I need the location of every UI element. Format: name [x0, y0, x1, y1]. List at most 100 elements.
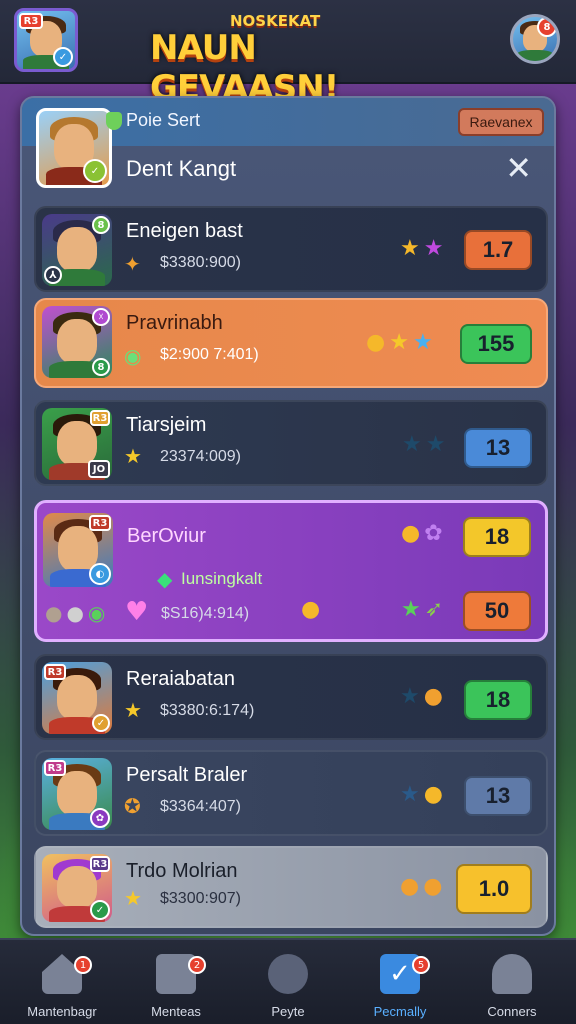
row-icon-group: ◉: [124, 346, 141, 366]
release-button[interactable]: Raevanex: [458, 108, 544, 136]
nav-label: Peyte: [271, 1004, 305, 1019]
nav-badge: 2: [188, 956, 206, 974]
row-icon-group: ✪: [124, 796, 141, 816]
leaderboard-row-highlighted[interactable]: R3 ◐ BerOviur ◆ Iunsingkalt ● ● ◉ ♥ $S16)4…: [34, 500, 548, 642]
row-avatar: R3 ✓: [42, 854, 112, 922]
row-badge-bottom: ✓: [92, 714, 110, 732]
row-icon-group: ★: [124, 888, 142, 908]
row-icon-group: ★ ★: [400, 238, 443, 260]
nav-badge: 5: [412, 956, 430, 974]
star-icon: ★: [400, 236, 420, 261]
score-badge: 13: [464, 428, 532, 468]
orb-icon: ●: [66, 601, 84, 625]
star-icon: ★: [402, 432, 422, 457]
star-icon: ★: [425, 432, 446, 457]
row-badge-bottom: ◐: [89, 563, 111, 585]
sub-label: Iunsingkalt: [181, 569, 263, 588]
orb-icon: ●: [45, 601, 63, 625]
game-logo: NOSKEKAT NAUN GEVAASN!: [150, 10, 426, 108]
star-icon: ★: [124, 444, 142, 468]
player-name: Persalt Braler: [126, 764, 248, 786]
panel-avatar: ✓: [36, 108, 112, 188]
row-badge-bottom: ⅄: [44, 266, 62, 284]
row-badge-top: ☓: [92, 308, 110, 326]
player-name: BerOviur: [127, 525, 206, 547]
coin-icon: ●: [366, 330, 386, 355]
player-value: 23374:009): [160, 448, 241, 465]
clover-icon: [268, 954, 308, 994]
coin-icon: ●: [401, 521, 421, 546]
player-avatar-button[interactable]: R3 ✓: [14, 8, 78, 72]
player-value: $3364:407): [160, 798, 241, 815]
leaderboard-panel: ✓ Poie Sert Raevanex Dent Kangt ✕ 8 ⅄ En…: [20, 96, 556, 936]
friend-avatar-button[interactable]: 8: [510, 14, 560, 64]
row-icon-group: ● ★ ★: [366, 332, 433, 354]
avatar-face: [57, 226, 97, 272]
row-badge-bottom: ✿: [90, 808, 110, 828]
player-name: Tiarsjeim: [126, 414, 207, 436]
avatar-face: [57, 318, 97, 364]
leaderboard-row[interactable]: R3 ✓ Reraiabatan ★ $3380:6:174) ★ ● 18: [34, 654, 548, 740]
leaderboard-row[interactable]: ☓ 8 Pravrinabh ◉ $2:900 7:401) ● ★ ★ 155: [34, 298, 548, 388]
nav-item-messages[interactable]: 2 Menteas: [126, 950, 226, 1022]
row-badge-bottom: 8: [92, 358, 110, 376]
row-icon-group: ✦: [124, 254, 141, 274]
clover-icon: ✿: [424, 521, 443, 546]
leaderboard-row[interactable]: R3 ✓ Trdo Molrian ★ $3300:907) ● ● 1.0: [34, 846, 548, 928]
score-badge: 13: [464, 776, 532, 816]
row-badge-top: R3: [44, 664, 66, 680]
row-avatar: 8 ⅄: [42, 214, 112, 286]
nav-label: Conners: [487, 1004, 537, 1019]
row-badge-top: R3: [89, 515, 111, 531]
fire-icon: ✦: [124, 252, 141, 276]
leaderboard-row[interactable]: R3 ✿ Persalt Braler ✪ $3364:407) ★ ● 13: [34, 750, 548, 836]
heart-icon: ♥: [125, 597, 149, 627]
gem-icon: ◉: [124, 344, 142, 368]
row-icon-group: ● ●: [400, 876, 442, 898]
star-icon: ★: [124, 886, 142, 910]
nav-item-home[interactable]: 1 Mantenbagr: [12, 950, 112, 1022]
close-icon[interactable]: ✕: [505, 152, 532, 184]
nav-label: Menteas: [151, 1004, 201, 1019]
row-avatar: R3 JO: [42, 408, 112, 480]
score-badge-secondary: 50: [463, 591, 531, 631]
row-badge-top: R3: [90, 410, 110, 426]
player-value: $3380:6:174): [160, 702, 255, 719]
check-badge-icon: ✓: [83, 159, 107, 183]
row-icon-group: ● ✿: [401, 523, 443, 545]
row-badge-bottom: ✓: [90, 900, 110, 920]
avatar-face: [57, 866, 97, 909]
player-value: $3380:900): [160, 254, 241, 271]
star-icon: ★: [124, 698, 142, 722]
row-badge-bottom: JO: [88, 460, 110, 478]
avatar-shirt: [517, 50, 553, 61]
row-icon-group: ★: [124, 700, 142, 720]
row-badge-top: 8: [92, 216, 110, 234]
avatar-face: [57, 674, 97, 720]
coin-icon: ●: [301, 597, 321, 622]
panel-subtitle: Poie Sert: [126, 110, 201, 130]
nav-item-community[interactable]: ✓ 5 Pecmally: [350, 950, 450, 1022]
leaderboard-row[interactable]: R3 JO Tiarsjeim ★ 23374:009) ★ ★ 13: [34, 400, 548, 486]
star-icon: ★: [412, 330, 433, 355]
row-icon-group: ● ● ◉: [45, 603, 105, 623]
leaderboard-row[interactable]: 8 ⅄ Eneigen bast ✦ $3380:900) ★ ★ 1.7: [34, 206, 548, 292]
row-icon-group: ♥: [125, 599, 148, 625]
row-icon-group: ★ ★: [402, 434, 445, 456]
avatar-face: [57, 770, 97, 816]
row-avatar: R3 ✓: [42, 662, 112, 734]
score-badge: 1.0: [456, 864, 532, 914]
row-icon-group: ★ ●: [400, 784, 443, 806]
star-icon: ★: [423, 236, 444, 261]
row-badge-top: R3: [44, 760, 66, 776]
player-name: Eneigen bast: [126, 220, 243, 242]
notification-badge: 8: [537, 17, 557, 37]
level-badge: R3: [19, 13, 43, 29]
panel-title: Dent Kangt: [126, 156, 237, 181]
top-bar: R3 ✓ NOSKEKAT NAUN GEVAASN! 8: [0, 0, 576, 108]
nav-item-contacts[interactable]: Conners: [462, 950, 562, 1022]
nav-item-play[interactable]: Peyte: [238, 950, 338, 1022]
score-badge: 1.7: [464, 230, 532, 270]
score-badge: 155: [460, 324, 532, 364]
arrow-icon: ➶: [424, 597, 444, 622]
